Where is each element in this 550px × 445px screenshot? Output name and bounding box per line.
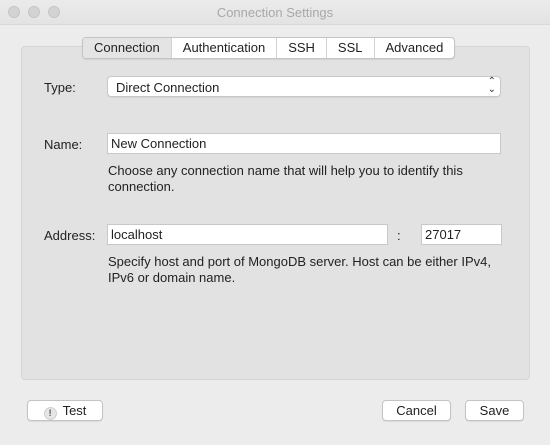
name-help-text: Choose any connection name that will hel… (108, 163, 463, 194)
cancel-button[interactable]: Cancel (382, 400, 451, 421)
connection-name-input[interactable] (107, 133, 501, 154)
connection-type-value: Direct Connection (116, 80, 220, 95)
type-label: Type: (44, 80, 76, 95)
tab-ssl[interactable]: SSL (325, 38, 374, 58)
window-title: Connection Settings (216, 5, 334, 20)
address-label: Address: (44, 228, 96, 243)
tab-advanced[interactable]: Advanced (373, 38, 455, 58)
save-button[interactable]: Save (465, 400, 524, 421)
tab-connection[interactable]: Connection (83, 38, 171, 58)
port-input[interactable] (421, 224, 502, 245)
tab-bar: Connection Authentication SSH SSL Advanc… (82, 37, 456, 59)
warning-icon: ! (43, 407, 57, 420)
title-bar: Connection Settings (0, 0, 550, 25)
port-separator: : (397, 228, 401, 243)
up-down-chevron-icon: ⌃ ⌄ (487, 76, 496, 95)
connection-type-select[interactable]: Direct Connection ⌃ ⌄ (107, 76, 501, 97)
test-button[interactable]: ! Test (27, 400, 103, 421)
tab-ssh[interactable]: SSH (276, 38, 326, 58)
address-help-text: Specify host and port of MongoDB server.… (108, 254, 491, 285)
host-input[interactable] (107, 224, 388, 245)
name-label: Name: (44, 137, 83, 152)
tab-authentication[interactable]: Authentication (170, 38, 276, 58)
test-button-label: Test (62, 403, 87, 418)
